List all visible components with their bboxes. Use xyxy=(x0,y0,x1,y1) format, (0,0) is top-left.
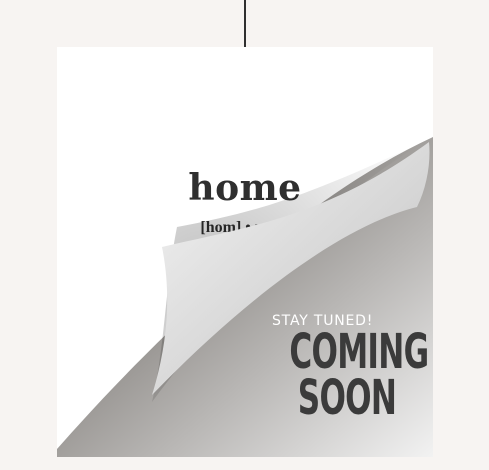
soon-line: SOON xyxy=(297,370,397,426)
coming-soon-headline: COMING SOON xyxy=(289,324,429,426)
poster-card: home [hom] • noun A gathering laughter. … xyxy=(57,47,433,457)
coming-line: COMING xyxy=(289,324,429,380)
